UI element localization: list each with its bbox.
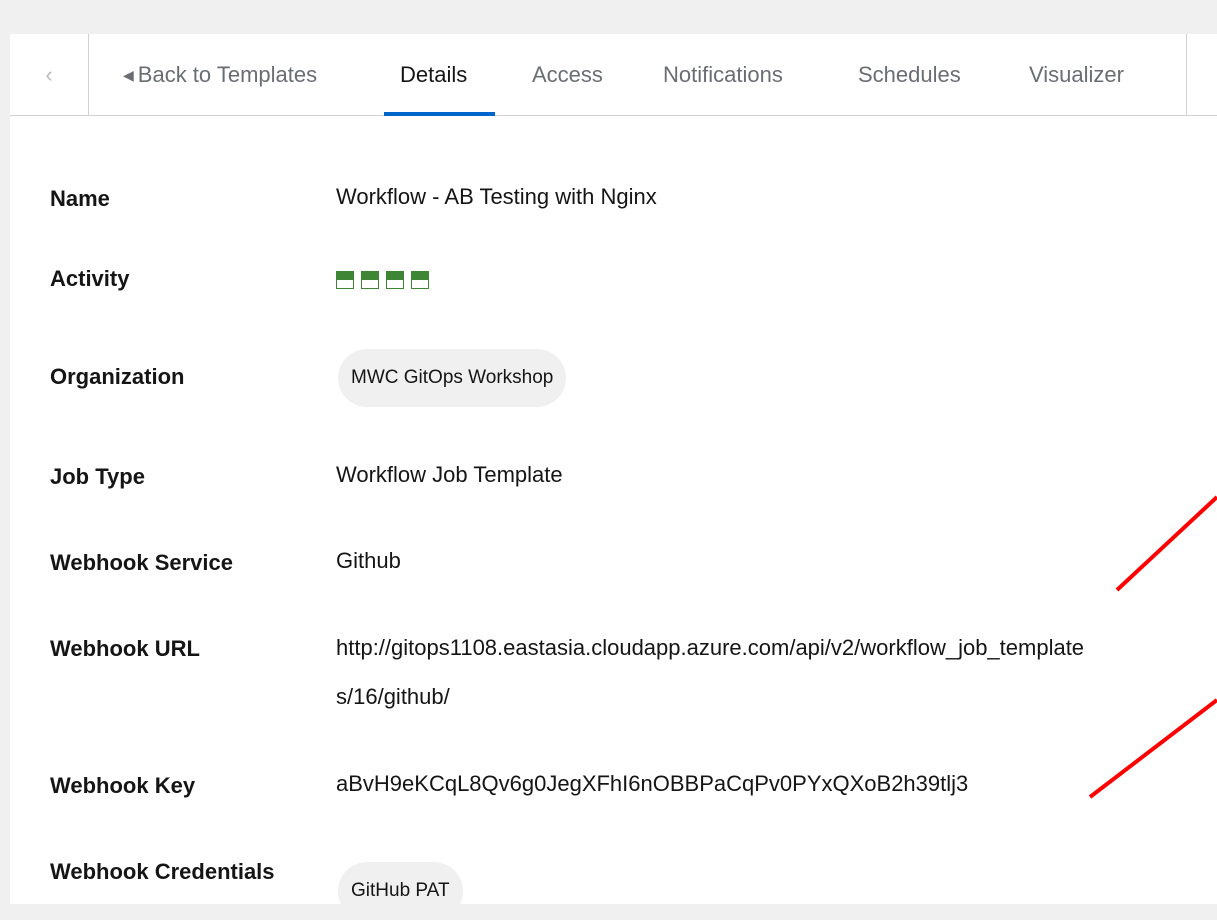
webhook-service-label: Webhook Service: [50, 550, 233, 575]
tab-bar: ‹ ◀ Back to Templates Details Access Noti…: [10, 34, 1217, 116]
activity-label: Activity: [50, 266, 130, 291]
tab-schedules-label: Schedules: [858, 62, 961, 87]
webhook-key-value: aBvH9eKCqL8Qv6g0JegXFhI6nOBBPaCqPv0PYxQX…: [336, 771, 969, 796]
tab-schedules[interactable]: Schedules: [858, 34, 961, 115]
tab-access[interactable]: Access: [532, 34, 603, 115]
activity-sparkline: [336, 271, 429, 289]
job-type-value: Workflow Job Template: [336, 462, 563, 487]
tab-notifications-label: Notifications: [663, 62, 783, 87]
webhook-url-line1: http://gitops1108.eastasia.cloudapp.azur…: [336, 635, 1085, 660]
caret-left-icon: ◀: [123, 67, 134, 83]
job-type-label: Job Type: [50, 464, 145, 489]
webhook-credentials-label: Webhook Credentials: [50, 859, 275, 884]
tab-details-label: Details: [400, 62, 468, 87]
tab-visualizer-label: Visualizer: [1029, 62, 1124, 87]
name-value: Workflow - AB Testing with Nginx: [336, 184, 657, 209]
back-label: Back to Templates: [137, 62, 318, 87]
organization-chip[interactable]: MWC GitOps Workshop: [338, 349, 567, 407]
job-status-success[interactable]: [336, 271, 354, 289]
tab-access-label: Access: [532, 62, 603, 87]
back-to-templates-link[interactable]: ◀ Back to Templates: [123, 34, 317, 115]
organization-label: Organization: [50, 364, 185, 389]
job-status-success[interactable]: [386, 271, 404, 289]
job-status-success[interactable]: [411, 271, 429, 289]
tab-visualizer[interactable]: Visualizer: [1029, 34, 1124, 115]
webhook-url-label: Webhook URL: [50, 636, 200, 661]
job-status-success[interactable]: [361, 271, 379, 289]
chevron-left-icon: ‹: [45, 61, 53, 87]
details-card: ‹ ◀ Back to Templates Details Access Noti…: [10, 34, 1217, 920]
webhook-service-value: Github: [336, 548, 401, 573]
webhook-key-label: Webhook Key: [50, 773, 196, 798]
tab-notifications[interactable]: Notifications: [663, 34, 783, 115]
scroll-right-button[interactable]: [1186, 34, 1217, 115]
tab-details[interactable]: Details: [383, 34, 496, 116]
name-label: Name: [50, 186, 110, 211]
webhook-url-line2: s/16/github/: [336, 684, 450, 709]
webhook-credentials-chip[interactable]: GitHub PAT: [338, 862, 463, 920]
scroll-left-button[interactable]: ‹: [10, 34, 89, 115]
